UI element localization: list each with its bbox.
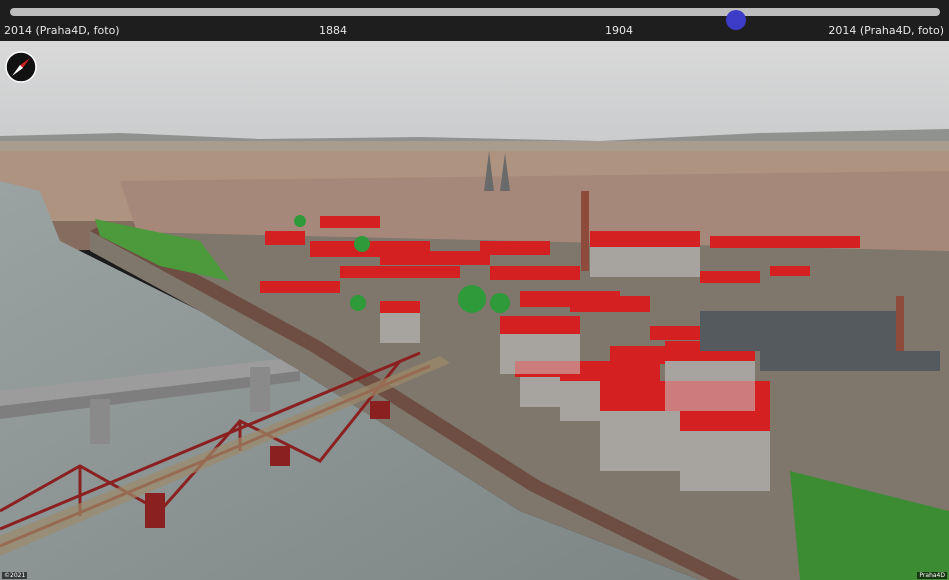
timeline-slider[interactable] [10, 8, 940, 30]
timeline-bar: 2014 (Praha4D, foto) 1884 1904 2014 (Pra… [0, 0, 949, 41]
chimney [581, 191, 589, 271]
timeline-label-1884[interactable]: 1884 [319, 24, 347, 37]
timeline-slider-thumb[interactable] [726, 10, 746, 30]
compass-icon[interactable] [5, 51, 37, 83]
bridge-pier [145, 493, 165, 528]
timeline-label-end[interactable]: 2014 (Praha4D, foto) [828, 24, 944, 37]
credit-right: Praha4D [917, 572, 947, 579]
timeline-label-1904[interactable]: 1904 [605, 24, 633, 37]
timeline-label-start[interactable]: 2014 (Praha4D, foto) [4, 24, 120, 37]
city-scene [0, 41, 949, 580]
credit-left: ©2021 [2, 572, 28, 579]
map-3d-viewport[interactable] [0, 41, 949, 580]
chimney-right [896, 296, 904, 351]
